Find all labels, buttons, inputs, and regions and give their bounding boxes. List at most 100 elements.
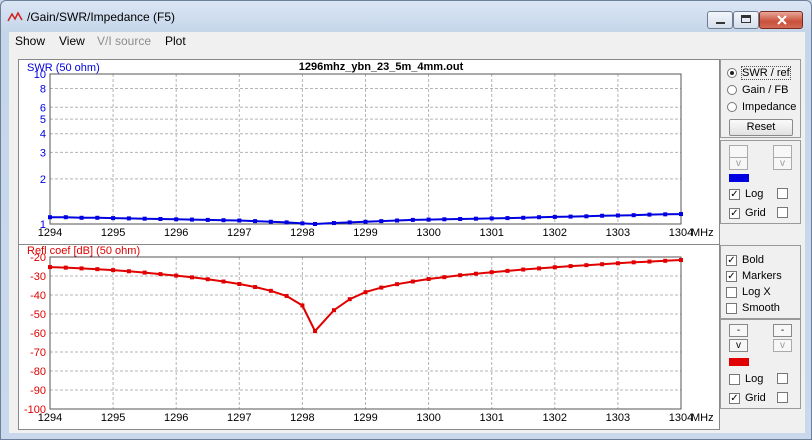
data-point	[505, 268, 510, 273]
data-point	[331, 221, 336, 226]
data-point	[537, 266, 542, 271]
data-point	[442, 275, 447, 280]
data-point	[95, 267, 100, 272]
y-tick-label: 6	[40, 102, 46, 114]
y-tick-label: -70	[30, 347, 46, 359]
logx-checkbox[interactable]: Log X	[726, 286, 771, 298]
data-point	[552, 214, 557, 219]
menu-vi-source[interactable]: V/I source	[97, 34, 151, 48]
swr-plot[interactable]: 1294 1295 1296 1297 1298 1299 1300 1301 1302 1303…	[18, 59, 720, 245]
refl-down-left-button[interactable]: v	[729, 339, 748, 352]
smooth-label: Smooth	[742, 302, 780, 314]
data-point	[284, 293, 289, 298]
data-point	[600, 262, 605, 267]
data-point	[142, 270, 147, 275]
x-tick-label: 1302	[543, 412, 567, 424]
x-tick-label: 1303	[606, 412, 630, 424]
data-point	[379, 285, 384, 290]
close-button[interactable]	[759, 11, 803, 29]
bold-label: Bold	[742, 254, 765, 266]
data-point	[647, 212, 652, 217]
swr-grid-box: ✓	[729, 207, 740, 219]
refl-log-right-checkbox[interactable]	[777, 373, 793, 384]
data-point	[158, 216, 163, 221]
data-point	[79, 266, 84, 271]
refl-axis-panel: - - v v Log ✓ Grid	[720, 319, 801, 409]
swr-color-swatch[interactable]	[729, 174, 749, 182]
minimize-icon	[716, 22, 725, 24]
y-tick-label: -80	[30, 366, 46, 378]
x-tick-label: 1297	[227, 227, 251, 239]
data-point	[552, 265, 557, 270]
data-point	[63, 215, 68, 220]
data-point	[600, 213, 605, 218]
refl-grid-right-checkbox[interactable]	[777, 392, 793, 403]
data-point	[426, 277, 431, 282]
smooth-checkbox[interactable]: Smooth	[726, 302, 780, 314]
x-unit-label: MHz	[691, 412, 714, 424]
data-point	[568, 264, 573, 269]
x-tick-label: 1299	[353, 227, 377, 239]
data-point	[363, 290, 368, 295]
radio-gain[interactable]: Gain / FB	[727, 84, 788, 96]
data-point	[521, 215, 526, 220]
x-tick-label: 1298	[290, 412, 314, 424]
data-point	[489, 216, 494, 221]
minimize-button[interactable]	[707, 11, 733, 29]
maximize-button[interactable]	[733, 11, 759, 29]
bold-checkbox[interactable]: ✓ Bold	[726, 254, 764, 266]
menu-plot[interactable]: Plot	[165, 34, 186, 48]
menu-view[interactable]: View	[59, 34, 85, 48]
data-point	[79, 215, 84, 220]
y-tick-label: -100	[24, 404, 46, 416]
data-point	[48, 215, 52, 220]
radio-impedance[interactable]: Impedance	[727, 101, 796, 113]
data-point	[410, 279, 415, 284]
data-point	[631, 213, 636, 218]
refl-plot[interactable]: 1294 1295 1296 1297 1298 1299 1300 1301 1302 1303…	[18, 244, 720, 430]
data-point	[111, 216, 116, 221]
swr-grid-checkbox[interactable]: ✓ Grid	[729, 207, 766, 219]
y-tick-label: 3	[40, 147, 46, 159]
y-tick-label: -90	[30, 385, 46, 397]
data-point	[663, 258, 668, 263]
data-point	[347, 297, 352, 302]
swr-down-right-button[interactable]: v	[773, 157, 792, 170]
data-point	[63, 265, 68, 270]
refl-grid-box: ✓	[729, 392, 740, 404]
logx-label: Log X	[742, 286, 771, 298]
data-point	[300, 303, 305, 308]
refl-down-right-button[interactable]: v	[773, 339, 792, 352]
data-point	[395, 218, 400, 223]
data-point	[313, 222, 318, 226]
refl-log-checkbox[interactable]: Log	[729, 373, 763, 385]
data-point	[615, 213, 620, 218]
refl-color-swatch[interactable]	[729, 358, 749, 366]
swr-log-right-checkbox[interactable]	[777, 188, 793, 199]
swr-grid-label: Grid	[745, 207, 766, 219]
reset-button[interactable]: Reset	[729, 119, 793, 136]
swr-grid-right-checkbox[interactable]	[777, 207, 793, 218]
x-tick-label: 1296	[164, 412, 188, 424]
y-tick-label: 2	[40, 174, 46, 186]
x-tick-label: 1299	[353, 412, 377, 424]
refl-grid-checkbox[interactable]: ✓ Grid	[729, 392, 766, 404]
radio-swr-indicator	[727, 68, 737, 78]
y-tick-label: 8	[40, 84, 46, 96]
radio-swr[interactable]: SWR / ref	[727, 66, 791, 80]
y-tick-label: 4	[40, 129, 46, 141]
markers-checkbox[interactable]: ✓ Markers	[726, 270, 782, 282]
swr-log-checkbox[interactable]: ✓ Log	[729, 188, 763, 200]
logx-box	[726, 286, 737, 298]
data-point	[584, 214, 589, 219]
refl-up-left-button[interactable]: -	[729, 324, 748, 337]
markers-box: ✓	[726, 270, 737, 282]
chart-title: 1296mhz_ybn_23_5m_4mm.out	[299, 61, 464, 73]
x-tick-label: 1302	[543, 227, 567, 239]
swr-log-label: Log	[745, 188, 764, 200]
x-tick-label: 1296	[164, 227, 188, 239]
refl-up-right-button[interactable]: -	[773, 324, 792, 337]
menu-show[interactable]: Show	[15, 34, 45, 48]
swr-down-left-button[interactable]: v	[729, 157, 748, 170]
window-title: /Gain/SWR/Impedance (F5)	[27, 10, 176, 24]
